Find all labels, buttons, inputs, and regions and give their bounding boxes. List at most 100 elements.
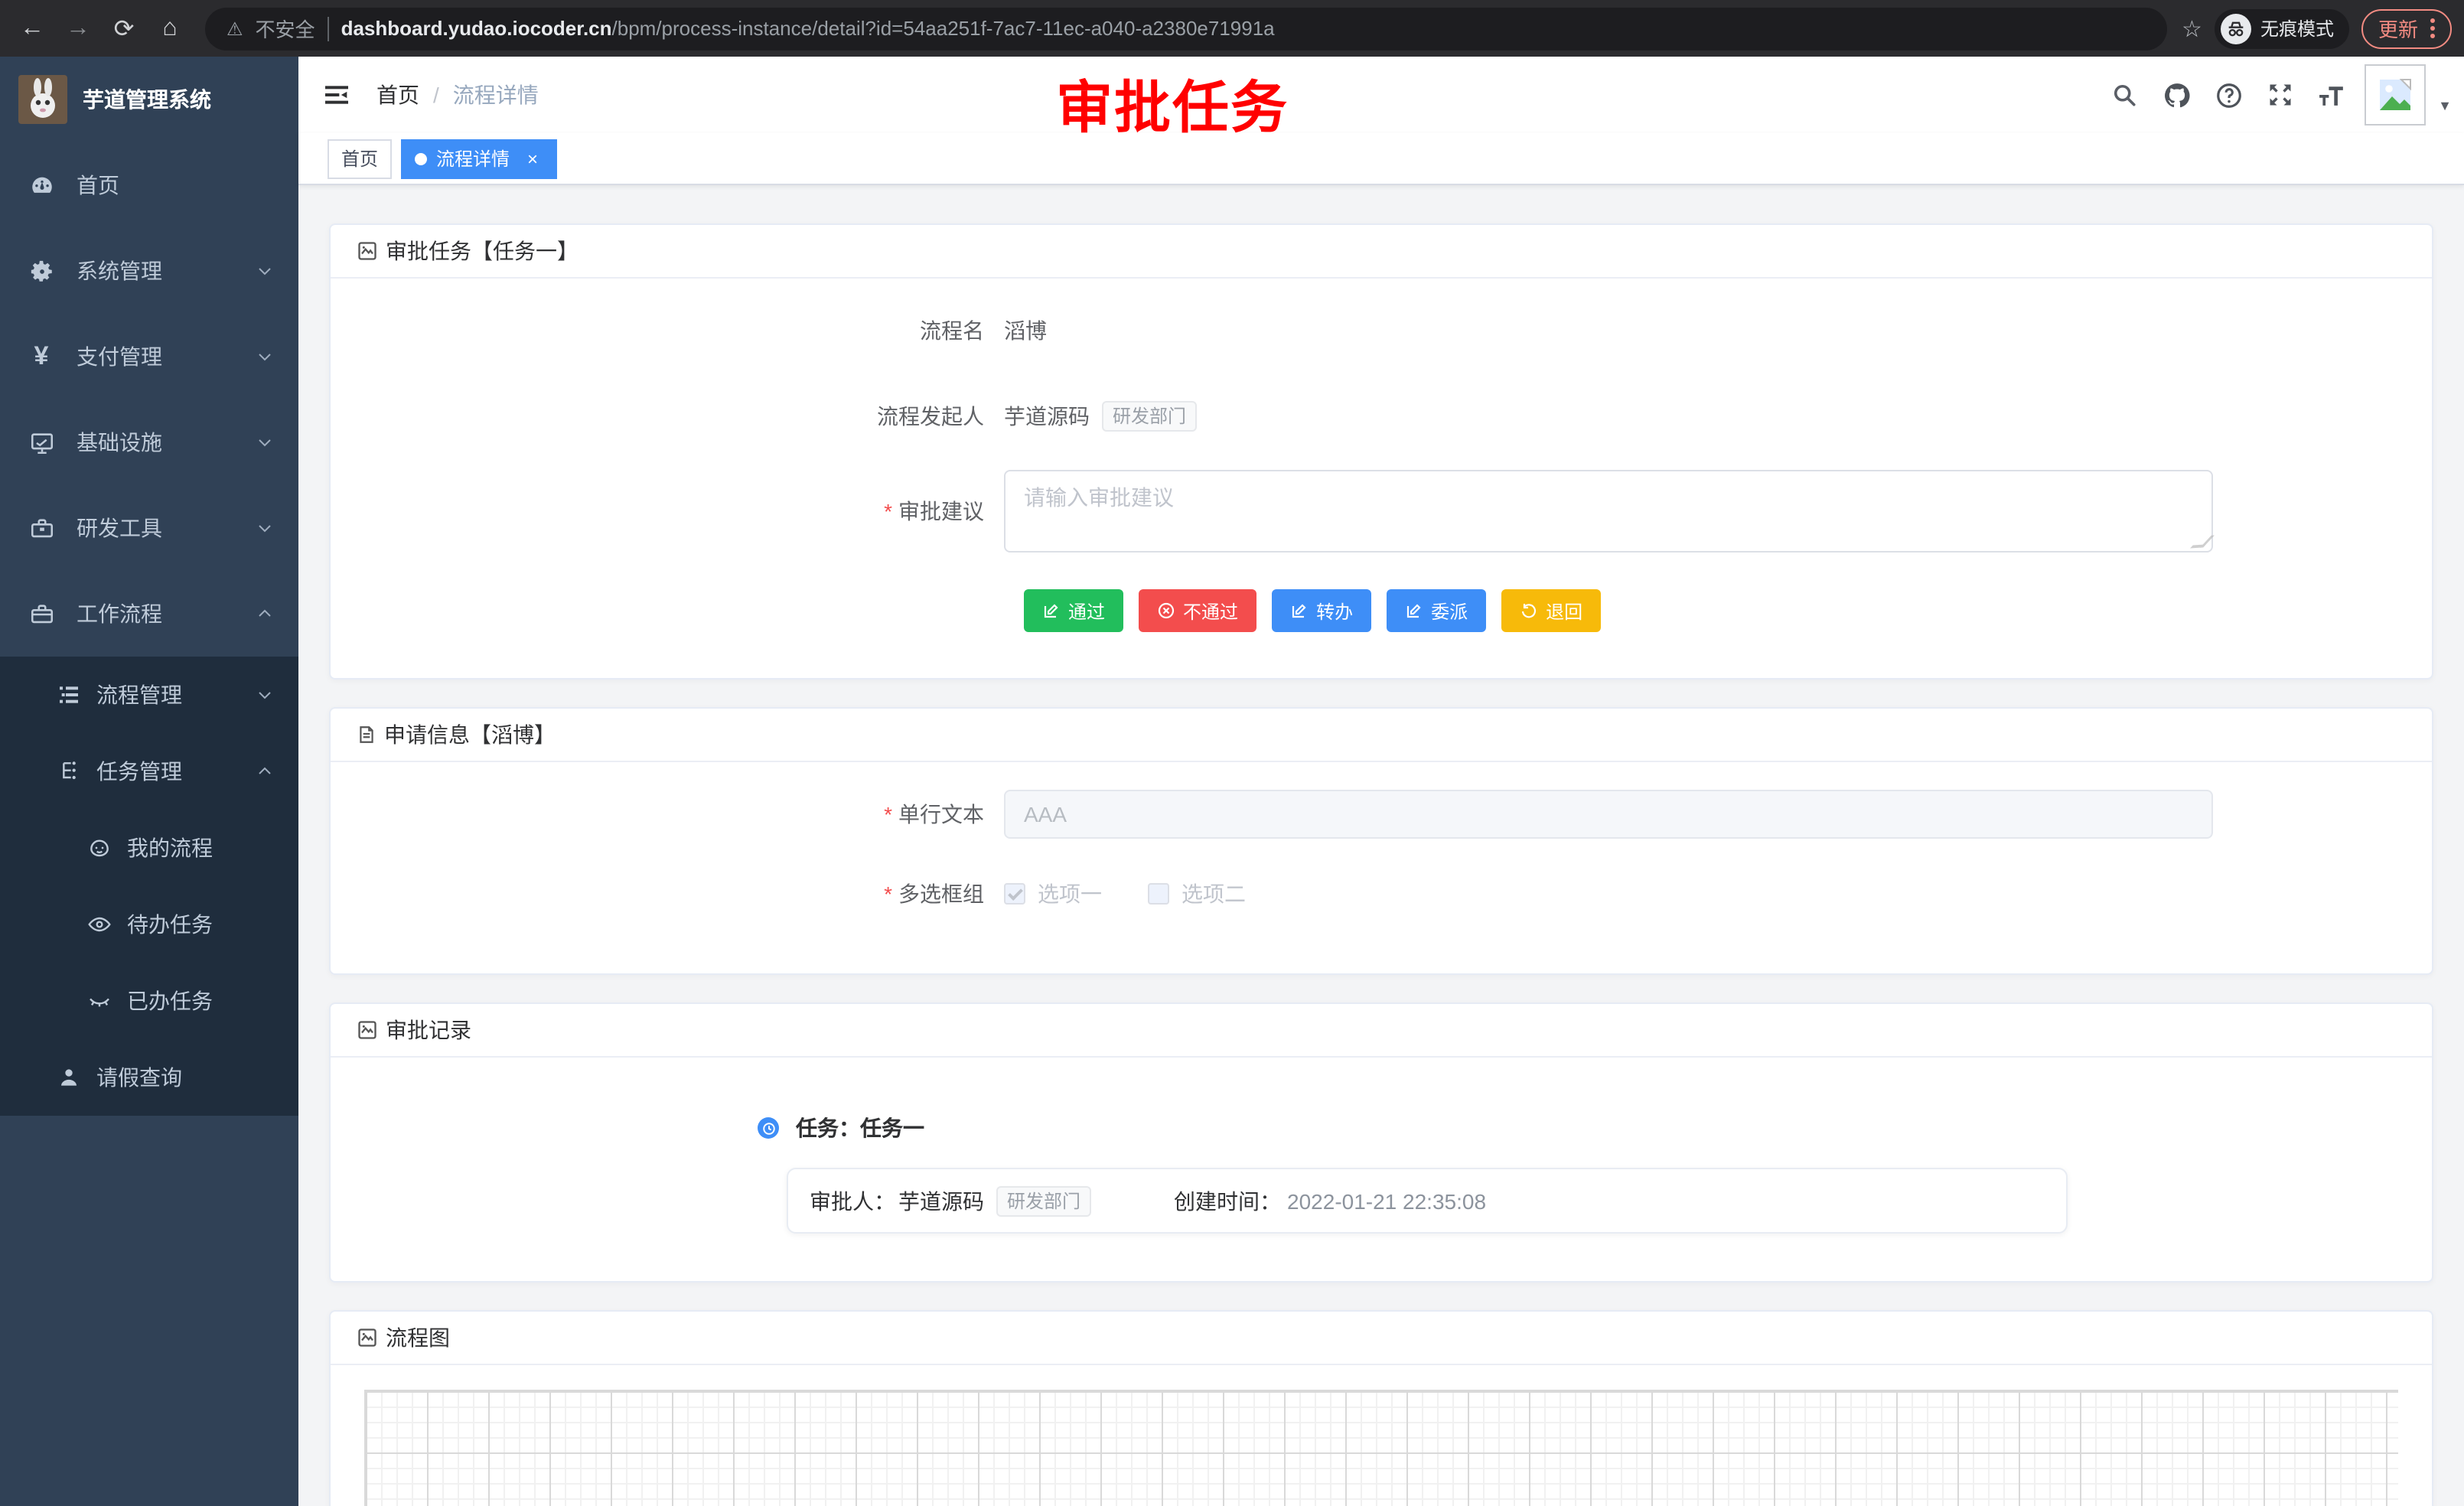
reload-icon[interactable]: ⟳ (104, 8, 144, 48)
sidebar-item-leave-query[interactable]: 请假查询 (0, 1039, 298, 1116)
sidebar-item-label: 首页 (77, 170, 119, 200)
required-asterisk: * (884, 802, 892, 826)
picture-icon (357, 1327, 378, 1348)
tags-view-bar: 首页 流程详情 × (298, 133, 2464, 185)
breadcrumb-current: 流程详情 (453, 80, 539, 110)
sidebar-item-payment[interactable]: ¥ 支付管理 (0, 314, 298, 399)
person-icon (55, 1064, 81, 1090)
sidebar-item-label: 基础设施 (77, 427, 162, 458)
sidebar-item-task-mgmt[interactable]: 任务管理 (0, 733, 298, 810)
back-icon[interactable]: ← (12, 8, 52, 48)
checkbox-group: 选项一 选项二 (1004, 878, 1246, 909)
page-content: 审批任务【任务一】 流程名 滔博 流程发起人 芋道源码 研发部门 (298, 185, 2464, 1506)
breadcrumb: 首页 / 流程详情 (376, 80, 539, 110)
single-text-input: AAA (1004, 790, 2213, 839)
sidebar-item-label: 请假查询 (96, 1062, 182, 1093)
url-host: dashboard.yudao.iocoder.cn (341, 16, 612, 39)
browser-update-button[interactable]: 更新 (2361, 8, 2452, 48)
app-logo (18, 75, 67, 124)
chevron-down-icon (256, 262, 274, 280)
fullscreen-icon[interactable] (2254, 57, 2306, 133)
app-title: 芋道管理系统 (83, 84, 211, 115)
avatar[interactable] (2365, 64, 2426, 126)
search-icon[interactable] (2098, 57, 2150, 133)
sidebar-item-label: 任务管理 (96, 756, 182, 787)
sidebar-item-label: 流程管理 (96, 680, 182, 710)
help-icon[interactable] (2202, 57, 2254, 133)
apply-info-card: 申请信息【滔博】 *单行文本 AAA *多选框组 选项一 (329, 707, 2433, 975)
sidebar-toggle-icon[interactable] (321, 80, 352, 110)
dept-tag: 研发部门 (1102, 401, 1197, 432)
incognito-label: 无痕模式 (2260, 15, 2334, 41)
chevron-down-icon (256, 686, 274, 704)
checkbox-label: 选项二 (1181, 878, 1246, 909)
chevron-up-icon (256, 762, 274, 781)
tab-process-detail[interactable]: 流程详情 × (401, 139, 557, 178)
approver-name: 芋道源码 (898, 1185, 984, 1216)
create-time-label: 创建时间： (1174, 1185, 1281, 1216)
not-secure-label: 不安全 (256, 14, 315, 43)
required-asterisk: * (884, 882, 892, 906)
suggest-row: *审批建议 请输入审批建议 (331, 470, 2432, 553)
caret-down-icon[interactable]: ▼ (2438, 98, 2452, 113)
gear-icon (28, 257, 55, 285)
sidebar-item-done-tasks[interactable]: 已办任务 (0, 963, 298, 1039)
sidebar-item-devtools[interactable]: 研发工具 (0, 485, 298, 571)
address-bar[interactable]: ⚠ 不安全 dashboard.yudao.iocoder.cn/bpm/pro… (205, 7, 2167, 50)
eye-closed-icon (86, 988, 112, 1014)
approval-task-card: 审批任务【任务一】 流程名 滔博 流程发起人 芋道源码 研发部门 (329, 223, 2433, 680)
process-diagram-card: 流程图 (329, 1310, 2433, 1506)
reject-button[interactable]: 不通过 (1139, 589, 1256, 632)
picture-icon (357, 240, 378, 262)
incognito-badge: 无痕模式 (2215, 8, 2349, 48)
return-button[interactable]: 退回 (1501, 589, 1601, 632)
delegate-button[interactable]: 委派 (1387, 589, 1486, 632)
tab-label: 首页 (341, 145, 378, 171)
sidebar-item-system[interactable]: 系统管理 (0, 228, 298, 314)
bpmn-canvas[interactable] (364, 1390, 2398, 1506)
browser-window: ← → ⟳ ⌂ ⚠ 不安全 dashboard.yudao.iocoder.cn… (0, 0, 2464, 1506)
card-title: 审批任务【任务一】 (386, 236, 579, 266)
eye-open-icon (86, 911, 112, 937)
timeline-clock-icon (758, 1117, 779, 1139)
close-icon[interactable]: × (522, 148, 543, 169)
breadcrumb-home[interactable]: 首页 (376, 80, 419, 110)
font-size-icon[interactable] (2306, 57, 2358, 133)
sidebar-item-label: 支付管理 (77, 341, 162, 372)
sidebar-item-infra[interactable]: 基础设施 (0, 399, 298, 485)
document-icon (357, 724, 376, 745)
bookmark-star-icon[interactable]: ☆ (2182, 15, 2202, 42)
tab-home[interactable]: 首页 (328, 139, 392, 178)
sidebar-item-label: 工作流程 (77, 598, 162, 629)
sidebar-item-workflow[interactable]: 工作流程 (0, 571, 298, 657)
resize-handle-icon[interactable] (2190, 535, 2215, 548)
checkbox-unchecked-icon (1148, 883, 1169, 905)
home-icon[interactable]: ⌂ (150, 8, 190, 48)
briefcase-icon (28, 600, 55, 628)
required-asterisk: * (884, 499, 892, 523)
sidebar-item-my-process[interactable]: 我的流程 (0, 810, 298, 886)
checkbox-option-2: 选项二 (1148, 878, 1246, 909)
card-title: 流程图 (386, 1322, 450, 1353)
transfer-button[interactable]: 转办 (1272, 589, 1371, 632)
sidebar-item-todo-tasks[interactable]: 待办任务 (0, 886, 298, 963)
approve-button[interactable]: 通过 (1024, 589, 1123, 632)
red-annotation-text: 审批任务 (1056, 61, 1289, 144)
process-name-row: 流程名 滔博 (331, 314, 2432, 347)
forward-icon[interactable]: → (58, 8, 98, 48)
picture-icon (357, 1019, 378, 1041)
initiator-label: 流程发起人 (331, 396, 1004, 436)
app-logo-row[interactable]: 芋道管理系统 (0, 57, 298, 142)
not-secure-icon: ⚠ (227, 18, 243, 39)
card-title: 审批记录 (386, 1015, 471, 1045)
sidebar-item-process-mgmt[interactable]: 流程管理 (0, 657, 298, 733)
sidebar-item-home[interactable]: 首页 (0, 142, 298, 228)
browser-menu-icon[interactable] (2430, 18, 2435, 38)
url-text: dashboard.yudao.iocoder.cn/bpm/process-i… (341, 15, 1275, 42)
suggest-textarea[interactable]: 请输入审批建议 (1004, 470, 2213, 553)
github-icon[interactable] (2150, 57, 2202, 133)
monitor-icon (28, 429, 55, 456)
sidebar-item-label: 我的流程 (127, 833, 213, 863)
checkbox-group-row: *多选框组 选项一 选项二 (331, 878, 2432, 909)
tab-label: 流程详情 (436, 145, 510, 171)
